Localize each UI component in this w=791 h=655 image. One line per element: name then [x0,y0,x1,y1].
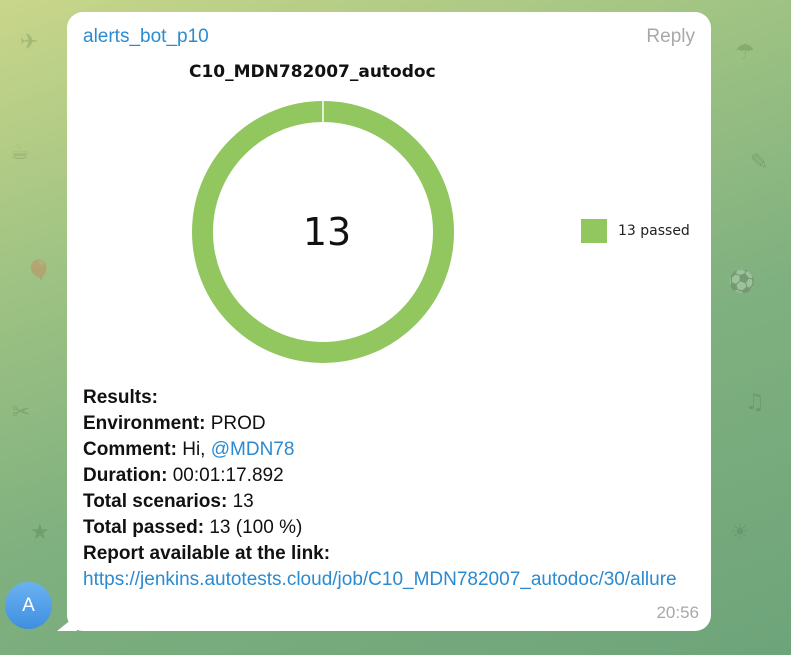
total-passed-label: Total passed: [83,517,205,538]
message-timestamp: 20:56 [656,603,699,622]
results-heading: Results: [83,387,158,408]
total-scenarios-line: Total scenarios: 13 [83,489,703,515]
chart-center-value: 13 [302,210,352,254]
environment-line: Environment: PROD [83,411,703,437]
total-scenarios-value: 13 [232,491,254,512]
legend-label-passed: 13 passed [618,223,690,239]
environment-value: PROD [210,413,266,434]
legend-swatch-passed [581,219,607,243]
results-text: Results: Environment: PROD Comment: Hi, … [83,385,703,593]
total-passed-value: 13 (100 %) [209,517,303,538]
report-link[interactable]: https://jenkins.autotests.cloud/job/C10_… [83,567,703,593]
duration-value: 00:01:17.892 [172,465,284,486]
total-passed-line: Total passed: 13 (100 %) [83,515,703,541]
duration-label: Duration: [83,465,168,486]
mention-link[interactable]: @MDN78 [211,439,295,460]
message-bubble: alerts_bot_p10 Reply C10_MDN782007_autod… [67,12,711,631]
report-label: Report available at the link: [83,543,331,564]
comment-label: Comment: [83,439,177,460]
duration-line: Duration: 00:01:17.892 [83,463,703,489]
environment-label: Environment: [83,413,206,434]
comment-text: Hi, [182,439,206,460]
comment-line: Comment: Hi, @MDN78 [83,437,703,463]
sender-avatar[interactable]: A [5,582,52,629]
chart-legend: 13 passed [581,219,690,243]
sender-name[interactable]: alerts_bot_p10 [83,26,209,48]
total-scenarios-label: Total scenarios: [83,491,228,512]
reply-button[interactable]: Reply [646,26,695,48]
